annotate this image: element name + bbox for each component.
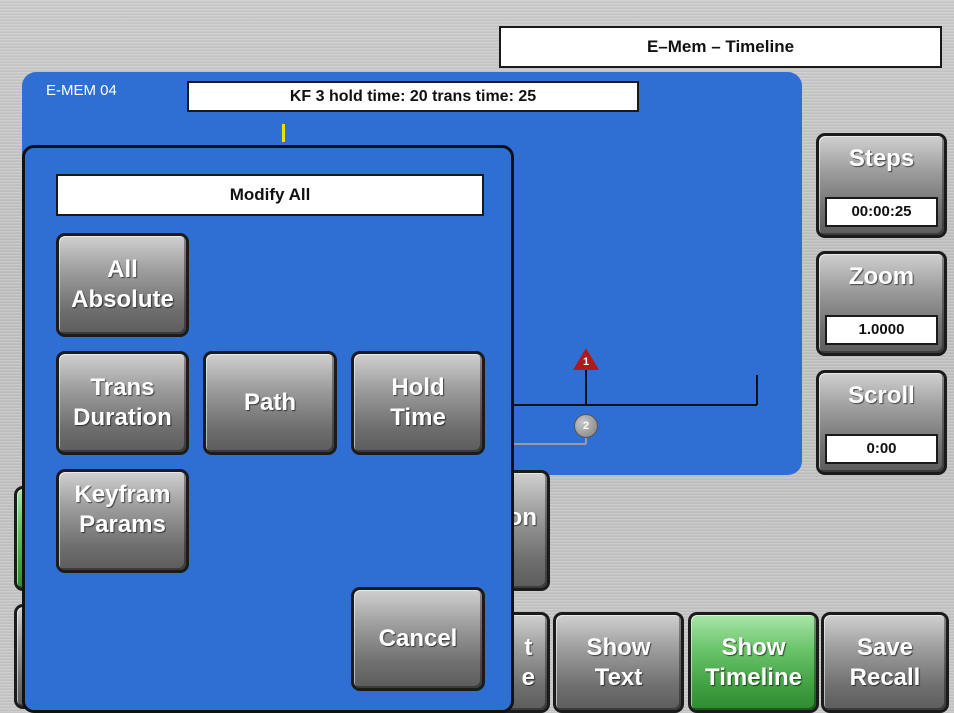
all-absolute-label: All Absolute [71, 256, 174, 313]
dialog-title: Modify All [56, 174, 484, 216]
show-timeline-button[interactable]: Show Timeline [688, 612, 819, 713]
show-text-label: Show Text [586, 633, 651, 691]
steps-value: 00:00:25 [825, 197, 938, 227]
keyframe-marker-1-label: 1 [582, 356, 590, 368]
path-button[interactable]: Path [203, 351, 337, 455]
cancel-label: Cancel [378, 625, 458, 652]
window-title: E–Mem – Timeline [499, 26, 942, 68]
zoom-label: Zoom [848, 263, 915, 290]
cancel-button[interactable]: Cancel [351, 587, 485, 691]
hidden-mid-bottom-label: t e [521, 633, 535, 691]
steps-button[interactable]: Steps 00:00:25 [816, 133, 947, 238]
trans-duration-label: Trans Duration [73, 374, 172, 431]
steps-label: Steps [848, 145, 915, 172]
zoom-button[interactable]: Zoom 1.0000 [816, 251, 947, 356]
trans-duration-button[interactable]: Trans Duration [56, 351, 189, 455]
keyframe-marker-2-label: 2 [582, 420, 590, 432]
hold-time-label: Hold Time [390, 374, 446, 431]
all-absolute-button[interactable]: All Absolute [56, 233, 189, 337]
keyframe-params-label: Keyfram Params [74, 481, 171, 538]
keyframe-params-button[interactable]: Keyfram Params [56, 469, 189, 573]
scroll-button[interactable]: Scroll 0:00 [816, 370, 947, 475]
save-recall-button[interactable]: Save Recall [821, 612, 949, 713]
scroll-label: Scroll [848, 382, 915, 409]
zoom-value: 1.0000 [825, 315, 938, 345]
show-text-button[interactable]: Show Text [553, 612, 684, 713]
keyframe-marker-2[interactable]: 2 [574, 414, 598, 438]
show-timeline-label: Show Timeline [705, 633, 802, 691]
path-label: Path [243, 389, 296, 416]
save-recall-label: Save Recall [849, 633, 921, 691]
modify-all-dialog: Modify All All Absolute Trans Duration P… [22, 145, 514, 713]
hold-time-button[interactable]: Hold Time [351, 351, 485, 455]
scroll-value: 0:00 [825, 434, 938, 464]
